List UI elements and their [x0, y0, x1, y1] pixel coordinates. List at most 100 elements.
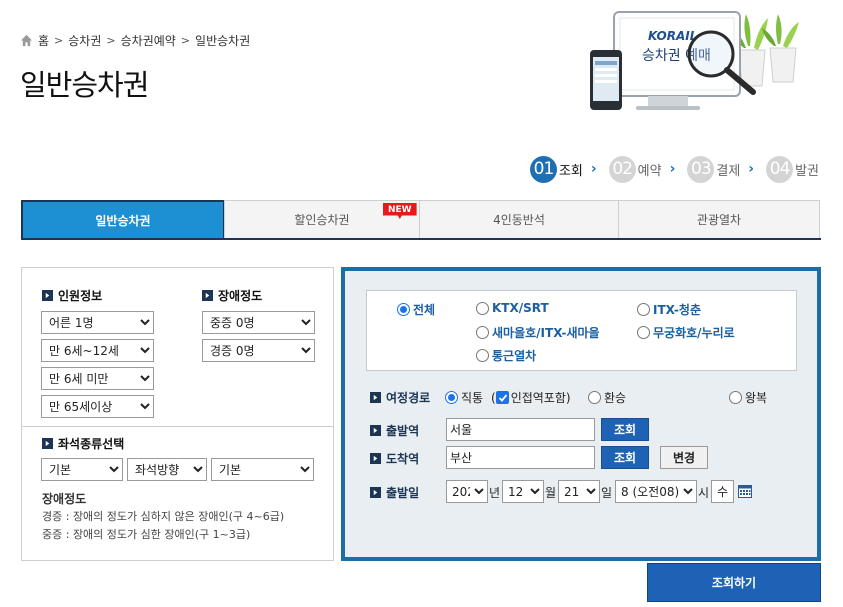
radio[interactable]	[637, 326, 650, 339]
day-unit: 일	[601, 486, 613, 500]
home-icon[interactable]	[20, 34, 33, 47]
disability-note-mild: 경증 : 장애의 정도가 심하지 않은 장애인(구 4~6급)	[42, 510, 285, 523]
tab-four-companion-seat[interactable]: 4인동반석	[419, 200, 619, 238]
checkbox-checked[interactable]	[495, 391, 509, 404]
tab-label: 관광열차	[696, 213, 742, 227]
tab-label: 일반승차권	[95, 213, 151, 228]
disability-note-title: 장애정도	[42, 492, 87, 506]
radio[interactable]	[637, 303, 650, 316]
tab-general-ticket[interactable]: 일반승차권	[21, 200, 225, 238]
row-label-text: 여정경로	[386, 391, 431, 405]
arrow-bullet-icon	[370, 487, 381, 498]
option-label: 직통	[461, 391, 484, 405]
hour-select[interactable]: 8 (오전08)	[615, 480, 697, 503]
tab-discount-ticket[interactable]: 할인승차권 NEW	[224, 200, 420, 238]
seat-type-select[interactable]: 기본	[41, 458, 123, 481]
row-label-text: 출발일	[386, 486, 420, 500]
disability-note-severe: 중증 : 장애의 정도가 심한 장애인(구 1~3급)	[42, 528, 251, 541]
radio[interactable]	[476, 301, 489, 315]
step-reserve: 02 예약 ›	[608, 155, 688, 183]
option-label: 무궁화호/누리로	[653, 326, 735, 340]
option-label: KTX/SRT	[492, 301, 549, 315]
month-unit: 월	[545, 486, 557, 500]
severe-disability-select[interactable]: 중증 0명	[202, 311, 315, 334]
arrow-bullet-icon	[42, 290, 53, 301]
departure-station-input[interactable]	[446, 418, 595, 441]
tab-label: 4인동반석	[493, 213, 545, 227]
section-divider	[22, 426, 333, 427]
train-type-itx-cheongchun[interactable]: ITX-청춘	[637, 301, 701, 318]
arrival-station-input[interactable]	[446, 446, 595, 469]
arrival-search-button[interactable]: 조회	[601, 446, 649, 469]
radio-selected[interactable]	[397, 303, 410, 316]
radio[interactable]	[588, 391, 601, 404]
breadcrumb-home[interactable]: 홈	[38, 32, 49, 49]
weekday-display: 수	[711, 480, 734, 503]
year-select[interactable]: 2022	[446, 480, 488, 503]
passenger-info-heading: 인원정보	[42, 287, 102, 304]
radio[interactable]	[729, 391, 742, 404]
step-number: 03	[687, 155, 715, 183]
hour-unit: 시	[698, 486, 710, 500]
child-count-select[interactable]: 만 6세~12세	[41, 339, 154, 362]
swap-stations-button[interactable]: 변경	[660, 446, 708, 469]
reservation-steps: 01 조회 › 02 예약 › 03 결제 › 04 발권	[529, 155, 819, 183]
day-select[interactable]: 21	[558, 480, 600, 503]
route-adjacent-checkbox[interactable]: ( 인접역포함 )	[491, 389, 571, 406]
route-label: 여정경로	[370, 389, 430, 406]
heading-label: 장애정도	[218, 289, 263, 303]
radio[interactable]	[476, 326, 489, 339]
train-type-saemaeul[interactable]: 새마을호/ITX-새마을	[476, 324, 600, 341]
new-badge: NEW	[383, 203, 417, 219]
heading-label: 인원정보	[58, 289, 103, 303]
chevron-right-icon: ›	[590, 161, 597, 177]
step-search: 01 조회 ›	[529, 155, 609, 183]
adult-count-select[interactable]: 어른 1명	[41, 311, 154, 334]
option-label: 인접역포함	[510, 391, 566, 405]
senior-count-select[interactable]: 만 65세이상	[41, 395, 154, 418]
passenger-panel: 인원정보 장애정도 어른 1명 만 6세~12세 만 6세 미만 만 65세이상…	[21, 267, 334, 561]
ticket-type-tabs: 일반승차권 할인승차권 NEW 4인동반석 관광열차	[21, 200, 821, 240]
step-label: 예약	[637, 163, 662, 179]
train-type-box: 전체 KTX/SRT ITX-청춘 새마을호/ITX-새마을 무궁화호/누리로 …	[366, 290, 797, 371]
row-label-text: 도착역	[386, 452, 420, 466]
step-label: 발권	[795, 163, 819, 179]
month-select[interactable]: 12	[502, 480, 544, 503]
calendar-icon[interactable]	[738, 484, 752, 498]
breadcrumb: 홈 > 승차권 > 승차권예약 > 일반승차권	[20, 31, 250, 49]
korail-banner-illustration: KORAIL 승차권 예매	[590, 11, 799, 110]
option-label: 왕복	[745, 391, 768, 405]
search-trains-button[interactable]: 조회하기	[647, 563, 821, 602]
journey-panel: 전체 KTX/SRT ITX-청춘 새마을호/ITX-새마을 무궁화호/누리로 …	[341, 267, 821, 561]
train-type-commuter[interactable]: 통근열차	[476, 347, 536, 364]
seat-position-select[interactable]: 기본	[211, 458, 314, 481]
train-type-all[interactable]: 전체	[397, 301, 435, 318]
infant-count-select[interactable]: 만 6세 미만	[41, 367, 154, 390]
mild-disability-select[interactable]: 경증 0명	[202, 339, 315, 362]
paren-close: )	[565, 390, 571, 405]
step-number: 01	[529, 155, 557, 183]
breadcrumb-reservation[interactable]: 승차권예약	[121, 32, 176, 49]
arrow-bullet-icon	[42, 438, 53, 449]
radio[interactable]	[476, 349, 489, 362]
step-label: 조회	[558, 163, 583, 179]
tab-tourist-train[interactable]: 관광열차	[618, 200, 820, 238]
breadcrumb-separator: >	[54, 33, 64, 47]
route-direct[interactable]: 직통	[445, 389, 483, 406]
train-type-ktx-srt[interactable]: KTX/SRT	[476, 301, 549, 315]
heading-label: 좌석종류선택	[58, 437, 125, 451]
seat-direction-select[interactable]: 좌석방향	[127, 458, 207, 481]
route-round-trip[interactable]: 왕복	[729, 389, 767, 406]
train-type-mugunghwa[interactable]: 무궁화호/누리로	[637, 324, 735, 341]
radio-selected[interactable]	[445, 391, 458, 404]
arrow-bullet-icon	[370, 453, 381, 464]
arrow-bullet-icon	[370, 425, 381, 436]
departure-search-button[interactable]: 조회	[601, 418, 649, 441]
disability-heading: 장애정도	[202, 287, 262, 304]
tab-label: 할인승차권	[294, 213, 350, 227]
arrow-bullet-icon	[202, 290, 213, 301]
page-title: 일반승차권	[20, 68, 149, 102]
route-transfer[interactable]: 환승	[588, 389, 626, 406]
breadcrumb-ticket[interactable]: 승차권	[68, 32, 101, 49]
departure-label: 출발역	[370, 422, 419, 439]
